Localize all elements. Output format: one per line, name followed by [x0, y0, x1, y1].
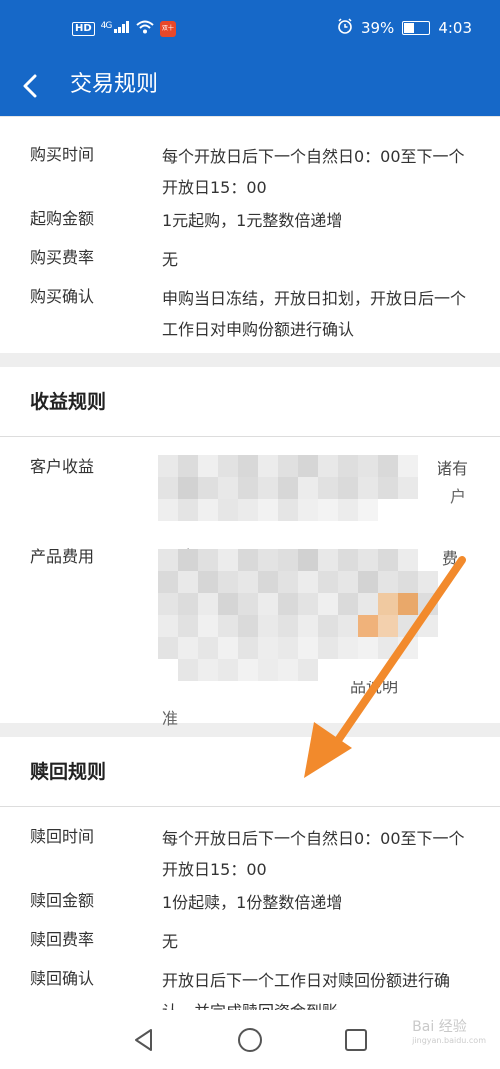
row-value: 1元起购，1元整数倍递增 — [162, 211, 343, 230]
alarm-icon — [337, 18, 353, 38]
row-label: 购买费率 — [30, 248, 95, 267]
section-header: 赎回规则 — [0, 737, 500, 807]
section-divider — [0, 723, 500, 737]
watermark-text: Bai 经验 — [412, 1019, 467, 1035]
row-label: 产品费用 — [30, 547, 95, 566]
row-value: 无 — [162, 932, 179, 951]
wifi-icon — [136, 20, 154, 37]
row-label: 起购金额 — [30, 209, 95, 228]
purchase-rules-section: 购买时间 每个开放日后下一个自然日0：00至下一个开放日15：00 起购金额 1… — [0, 116, 500, 353]
row-label: 赎回时间 — [30, 827, 95, 846]
section-title: 收益规则 — [30, 391, 107, 413]
watermark: Bai 经验 jingyan.baidu.com — [412, 1016, 486, 1045]
row-value: 每个开放日后下一个自然日0：00至下一个开放日15：00 — [162, 147, 465, 197]
app-badge-text: 双十 — [161, 24, 174, 32]
row-value: 每个开放日后下一个自然日0：00至下一个开放日15：00 — [162, 829, 465, 879]
row-label: 赎回确认 — [30, 969, 95, 988]
obscured-text-fragment: 诸有 — [436, 459, 469, 478]
obscured-text-fragment: 户 — [450, 487, 467, 506]
blurred-value-mosaic — [158, 549, 438, 681]
row-label: 赎回费率 — [30, 930, 95, 949]
section-header: 收益规则 — [0, 367, 500, 437]
battery-icon — [402, 21, 431, 35]
back-triangle-icon[interactable] — [130, 1026, 158, 1054]
section-divider — [0, 353, 500, 367]
row-value: 申购当日冻结，开放日扣划，开放日后一个工作日对申购份额进行确认 — [162, 289, 467, 339]
network-type: 4G — [100, 21, 113, 31]
app-bar: 交易规则 — [0, 56, 500, 116]
status-bar: HD 4G 双十 39% 4:03 — [0, 0, 500, 56]
battery-percent: 39% — [360, 19, 395, 37]
app-notification-icon: 双十 — [159, 20, 176, 37]
page-title: 交易规则 — [70, 72, 159, 97]
blurred-value-mosaic — [158, 455, 438, 521]
income-rules-section: 收益规则 客户收益 本 诸有 户 产品费用 固定 费 品说明 准 — [0, 367, 500, 728]
signal-icon: 4G — [101, 21, 130, 36]
obscured-text-fragment: 费 — [442, 549, 459, 568]
chevron-left-icon — [23, 74, 37, 98]
obscured-text-fragment: 准 — [162, 709, 179, 728]
row-value: 1份起赎，1份整数倍递增 — [162, 893, 343, 912]
rules-content: 购买时间 每个开放日后下一个自然日0：00至下一个开放日15：00 起购金额 1… — [0, 116, 500, 1037]
row-label: 客户收益 — [30, 457, 95, 476]
row-label: 购买时间 — [30, 145, 95, 164]
clock-time: 4:03 — [438, 19, 472, 37]
home-circle-icon[interactable] — [236, 1026, 264, 1054]
row-label: 购买确认 — [30, 287, 95, 306]
row-label: 赎回金额 — [30, 891, 95, 910]
redeem-rules-section: 赎回规则 赎回时间 每个开放日后下一个自然日0：00至下一个开放日15：00 赎… — [0, 737, 500, 1037]
recents-square-icon[interactable] — [342, 1026, 370, 1054]
hd-icon: HD — [72, 21, 95, 36]
back-button[interactable] — [14, 66, 54, 106]
watermark-sub: jingyan.baidu.com — [412, 1036, 486, 1045]
row-value: 无 — [162, 250, 179, 269]
section-title: 赎回规则 — [30, 761, 107, 783]
